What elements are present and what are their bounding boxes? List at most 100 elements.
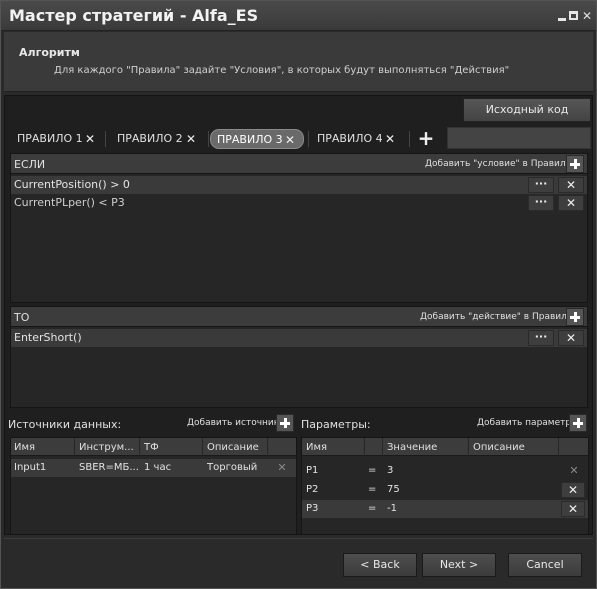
source-timeframe: 1 час <box>144 462 172 473</box>
tab-strip-filler <box>447 127 591 149</box>
source-description: Торговый <box>207 462 258 473</box>
tab-rule-1[interactable]: ПРАВИЛО 1 ✕ <box>11 129 99 149</box>
param-value: -1 <box>387 503 397 514</box>
tab-rule-2[interactable]: ПРАВИЛО 2 ✕ <box>111 129 207 149</box>
column-header[interactable]: Имя <box>306 442 327 453</box>
maximize-icon <box>569 11 578 20</box>
if-label: ЕСЛИ <box>14 158 46 171</box>
column-divider <box>382 438 383 456</box>
tab-label: ПРАВИЛО 2 <box>117 132 183 145</box>
back-button[interactable]: < Back <box>343 553 417 577</box>
add-condition-button[interactable] <box>566 155 584 173</box>
tab-rule-4[interactable]: ПРАВИЛО 4 ✕ <box>311 129 403 149</box>
tab-close-icon[interactable]: ✕ <box>285 130 295 150</box>
condition-row[interactable]: CurrentPosition() > 0 ··· ✕ <box>11 176 587 194</box>
data-sources-label: Источники данных: <box>8 418 122 431</box>
delete-parameter-button[interactable]: ✕ <box>561 482 585 498</box>
tab-close-icon[interactable]: ✕ <box>85 129 95 149</box>
tab-divider <box>308 131 309 147</box>
add-parameter-label: Добавить параметр <box>477 418 572 428</box>
column-header[interactable]: Имя <box>14 442 35 453</box>
data-sources-grid: Имя Инструм... ТФ Описание Input1 SBER=М… <box>10 437 297 535</box>
source-code-button[interactable]: Исходный код <box>463 98 591 122</box>
wizard-header: Алгоритм Для каждого "Правила" задайте "… <box>4 32 593 92</box>
data-sources-header: Источники данных: Добавить источник <box>6 413 297 435</box>
next-button[interactable]: Next > <box>422 553 496 577</box>
delete-parameter-button[interactable]: ✕ <box>561 501 585 517</box>
delete-source-icon[interactable]: ✕ <box>271 460 293 476</box>
tab-rule-3[interactable]: ПРАВИЛО 3 ✕ <box>210 129 304 149</box>
param-equals: = <box>368 484 377 495</box>
add-action-button[interactable] <box>566 308 584 326</box>
tab-close-icon[interactable]: ✕ <box>385 129 395 149</box>
param-value: 3 <box>387 465 394 476</box>
maximize-button[interactable] <box>568 10 580 22</box>
table-row[interactable]: P2 = 75 ✕ <box>302 481 588 499</box>
table-row[interactable]: P3 = -1 ✕ <box>302 500 588 518</box>
parameters-label: Параметры: <box>301 418 371 431</box>
column-divider <box>364 438 365 456</box>
strategy-wizard-window: Мастер стратегий - Alfa_ES ✕ Алгоритм Дл… <box>0 0 597 589</box>
table-row[interactable]: P1 = 3 ✕ <box>302 462 588 480</box>
minimize-button[interactable] <box>556 10 568 22</box>
parameters-header: Параметры: Добавить параметр <box>297 413 590 435</box>
then-label: ТО <box>14 311 30 324</box>
edit-condition-button[interactable]: ··· <box>528 177 554 193</box>
tab-divider <box>105 131 106 147</box>
condition-row[interactable]: CurrentPLper() < P3 ··· ✕ <box>11 194 587 212</box>
close-window-button[interactable]: ✕ <box>581 10 593 22</box>
column-divider <box>139 438 140 456</box>
action-text: EnterShort() <box>14 331 82 344</box>
tab-label: ПРАВИЛО 1 <box>17 132 83 145</box>
source-name: Input1 <box>14 462 47 473</box>
grid-header-row: Имя Значение Описание <box>302 438 588 456</box>
minimize-icon <box>558 18 566 21</box>
add-parameter-button[interactable] <box>569 414 587 432</box>
add-action-label: Добавить "действие" в Правило <box>420 312 573 322</box>
edit-condition-button[interactable]: ··· <box>528 195 554 211</box>
param-name: P1 <box>306 465 319 476</box>
title-bar[interactable]: Мастер стратегий - Alfa_ES ✕ <box>1 1 596 31</box>
delete-action-button[interactable]: ✕ <box>558 330 584 346</box>
param-name: P2 <box>306 484 319 495</box>
tab-label: ПРАВИЛО 4 <box>317 132 383 145</box>
column-divider <box>468 438 469 456</box>
edit-action-button[interactable]: ··· <box>528 330 554 346</box>
add-condition-label: Добавить "условие" в Правило <box>425 159 572 169</box>
column-divider <box>267 438 268 456</box>
column-divider <box>74 438 75 456</box>
column-header[interactable]: Инструм... <box>79 442 134 453</box>
cancel-button[interactable]: Cancel <box>508 553 582 577</box>
param-value: 75 <box>387 484 400 495</box>
data-sources-section: Источники данных: Добавить источник Имя … <box>6 413 297 535</box>
param-equals: = <box>368 465 377 476</box>
close-icon: ✕ <box>581 9 593 23</box>
tab-close-icon[interactable]: ✕ <box>186 129 196 149</box>
if-conditions-panel: ЕСЛИ Добавить "условие" в Правило Curren… <box>10 153 588 303</box>
if-panel-header: ЕСЛИ Добавить "условие" в Правило <box>11 154 587 174</box>
grid-header-row: Имя Инструм... ТФ Описание <box>11 438 296 456</box>
parameters-grid: Имя Значение Описание P1 = 3 ✕ P2 = 75 ✕ <box>301 437 589 535</box>
window-title: Мастер стратегий - Alfa_ES <box>9 6 259 25</box>
column-header[interactable]: Значение <box>387 442 437 453</box>
then-actions-panel: ТО Добавить "действие" в Правило EnterSh… <box>10 306 588 408</box>
add-rule-icon[interactable]: + <box>417 128 435 148</box>
action-row[interactable]: EnterShort() ··· ✕ <box>11 329 587 347</box>
wizard-footer: < Back Next > Cancel <box>4 538 593 586</box>
column-divider <box>558 438 559 456</box>
then-panel-header: ТО Добавить "действие" в Правило <box>11 307 587 327</box>
delete-condition-button[interactable]: ✕ <box>558 195 584 211</box>
add-source-button[interactable] <box>276 414 294 432</box>
delete-parameter-icon[interactable]: ✕ <box>563 463 585 479</box>
delete-condition-button[interactable]: ✕ <box>558 177 584 193</box>
column-header[interactable]: Описание <box>207 442 259 453</box>
column-header[interactable]: ТФ <box>144 442 159 453</box>
tab-divider <box>208 131 209 147</box>
condition-text: CurrentPLper() < P3 <box>14 196 125 209</box>
rule-tabs: ПРАВИЛО 1 ✕ ПРАВИЛО 2 ✕ ПРАВИЛО 3 ✕ ПРАВ… <box>9 127 591 151</box>
tab-label: ПРАВИЛО 3 <box>217 133 283 146</box>
table-row[interactable]: Input1 SBER=МБ... 1 час Торговый ✕ <box>11 459 296 477</box>
column-header[interactable]: Описание <box>473 442 525 453</box>
param-name: P3 <box>306 503 319 514</box>
param-equals: = <box>368 503 377 514</box>
